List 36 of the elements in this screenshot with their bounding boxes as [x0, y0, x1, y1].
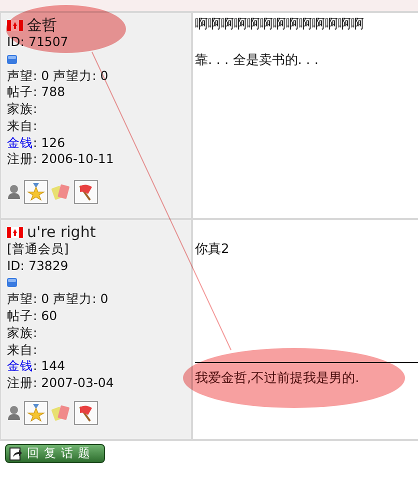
medal-button[interactable]	[24, 401, 48, 425]
user-icon[interactable]	[7, 184, 21, 200]
reply-button[interactable]: 回复话题	[5, 444, 105, 463]
signature-text: 我爱金哲,不过前提我是男的.	[195, 371, 360, 386]
flag-icon	[7, 226, 23, 238]
cards-icon[interactable]	[51, 183, 71, 201]
user-stat: 帖子: 788	[7, 84, 66, 102]
money-link[interactable]: 金钱	[7, 358, 33, 375]
user-stat: 来自:	[7, 118, 38, 135]
money-value: : 144	[33, 358, 66, 375]
post-text: 你真2	[195, 241, 230, 258]
flag-button[interactable]	[74, 401, 98, 425]
user-stat: 家族:	[7, 324, 38, 342]
user-stat: 声望: 0 声望力: 0	[7, 68, 110, 84]
user-name[interactable]: u're right	[27, 223, 96, 241]
user-id: ID: 73829	[7, 258, 70, 274]
user-id: ID: 71507	[7, 34, 70, 51]
user-rank: [普通会员]	[7, 241, 70, 258]
flag-button[interactable]	[74, 180, 98, 204]
user-icon[interactable]	[7, 405, 21, 421]
rank-icon	[7, 54, 17, 64]
money-link[interactable]: 金钱	[7, 134, 33, 152]
user-stat: 注册: 2007-03-04	[7, 374, 115, 392]
user-stat: 家族:	[7, 101, 38, 118]
user-stat: 声望: 0 声望力: 0	[7, 291, 110, 308]
money-value: : 126	[33, 134, 66, 152]
cards-icon[interactable]	[51, 404, 71, 422]
user-stat: 注册: 2006-10-11	[7, 151, 115, 168]
medal-button[interactable]	[24, 180, 48, 204]
rank-icon	[7, 278, 17, 288]
post-text: 啊啊啊啊啊啊啊啊啊啊啊啊啊	[195, 16, 365, 33]
reply-icon	[9, 446, 23, 460]
user-stat: 来自:	[7, 342, 38, 358]
user-name[interactable]: 金哲	[27, 16, 57, 34]
post-text: 靠. . . 全是卖书的. . .	[195, 52, 320, 69]
user-stat: 帖子: 60	[7, 308, 58, 325]
